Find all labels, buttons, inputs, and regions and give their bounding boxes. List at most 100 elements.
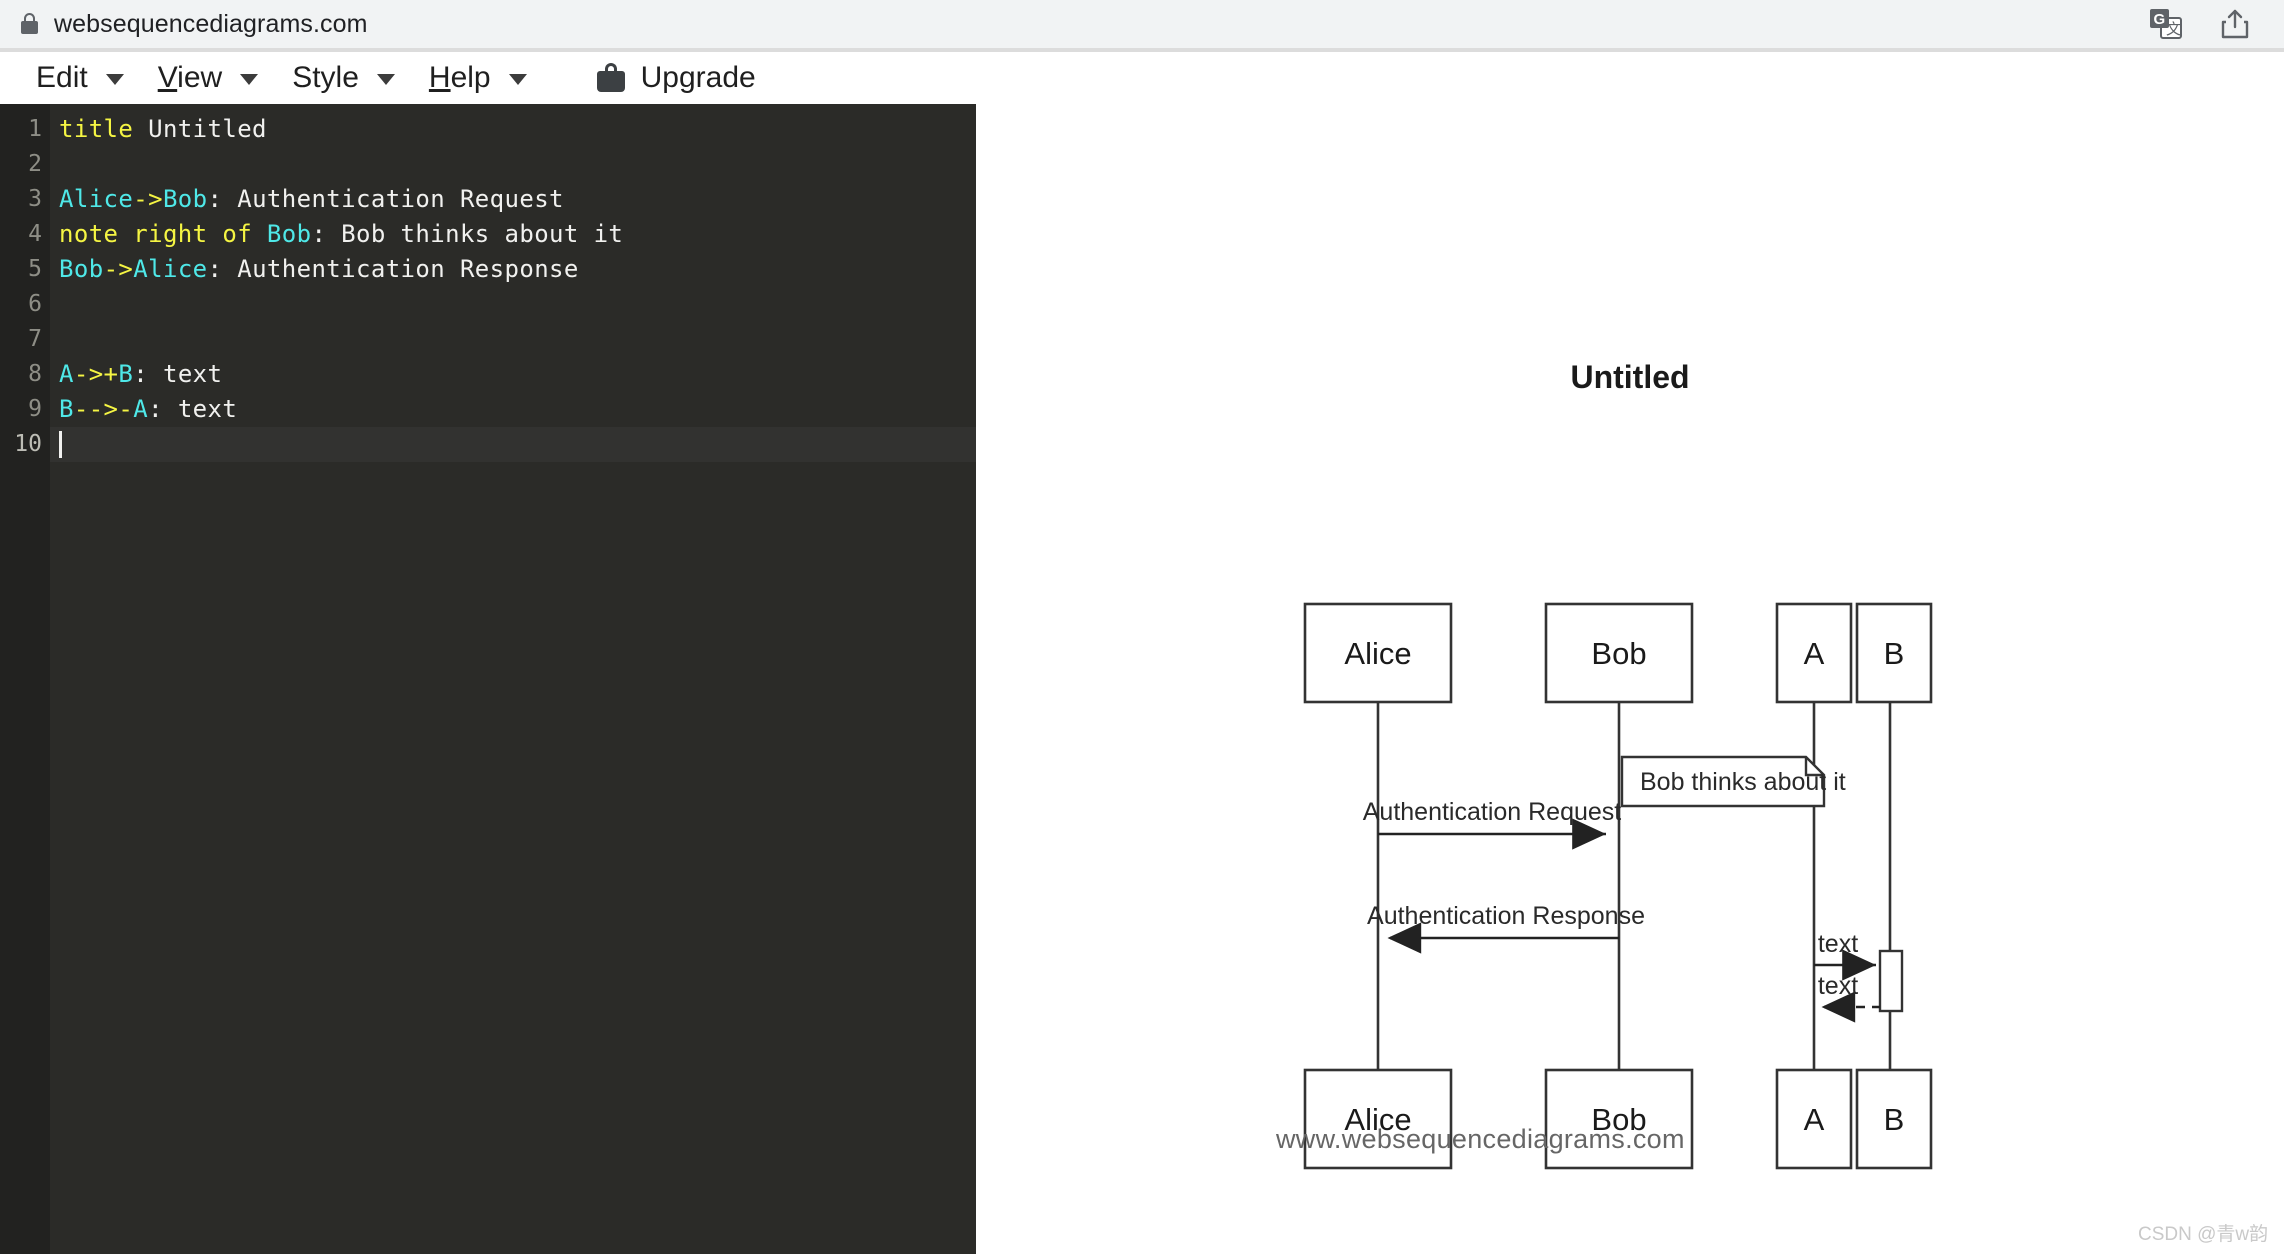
svg-text:G: G — [2154, 11, 2166, 28]
code-token-actor: Bob — [266, 220, 312, 248]
line-number-6: 6 — [28, 291, 42, 317]
menu-edit[interactable]: Edit — [30, 52, 152, 104]
actor-label-a-bottom: A — [1804, 1102, 1825, 1137]
actor-box-b-bottom: B — [1855, 1068, 1933, 1170]
menu-help-label: Help — [429, 61, 491, 95]
browser-url-bar: websequencediagrams.com 文 G — [0, 0, 2284, 48]
url-text[interactable]: websequencediagrams.com — [54, 10, 368, 39]
line-number-4: 4 — [28, 221, 42, 247]
code-line-10[interactable] — [50, 427, 976, 462]
diagram-watermark: www.websequencediagrams.com — [1276, 1124, 1685, 1154]
line-number-10: 10 — [14, 431, 42, 457]
menu-view-accesskey: V — [157, 61, 178, 94]
message-authentication-response: Authentication Response — [1367, 902, 1645, 954]
code-line-8[interactable]: A->+B: text — [50, 357, 976, 392]
chevron-down-icon — [508, 74, 527, 85]
menu-edit-label: Edit — [36, 61, 88, 94]
app-menubar: Edit View Style Help Upgrade — [0, 48, 2284, 104]
sequence-diagram: Alice Bob A B Authentication Request Bob… — [1303, 602, 1933, 1170]
actor-box-a-bottom: A — [1775, 1068, 1853, 1170]
shopping-bag-icon — [596, 63, 625, 93]
code-token-actor: B — [59, 395, 74, 423]
upgrade-label: Upgrade — [640, 61, 756, 94]
code-line-6[interactable] — [50, 287, 976, 322]
menu-view[interactable]: View — [152, 52, 286, 104]
note-bob-thinks: Bob thinks about it — [1620, 755, 1846, 808]
code-token-kw: ->+ — [73, 360, 119, 388]
google-translate-icon[interactable]: 文 G — [2150, 9, 2182, 39]
code-line-5[interactable]: Bob->Alice: Authentication Response — [50, 252, 976, 287]
message-label-2: Authentication Response — [1367, 902, 1645, 930]
code-line-9[interactable]: B-->-A: text — [50, 392, 976, 427]
code-token-plain: : Authentication Request — [207, 185, 564, 213]
message-authentication-request: Authentication Request — [1363, 798, 1622, 850]
activation-bar-b — [1878, 949, 1904, 1013]
line-number-8: 8 — [28, 361, 42, 387]
menu-style-label: Style — [292, 61, 359, 94]
share-icon[interactable] — [2220, 8, 2250, 40]
chevron-down-icon — [240, 74, 259, 85]
line-number-3: 3 — [28, 186, 42, 212]
message-label-4: text — [1818, 972, 1858, 1000]
editor-code-area[interactable]: title Untitled Alice->Bob: Authenticatio… — [50, 104, 976, 1254]
menu-help[interactable]: Help — [423, 52, 555, 104]
code-line-2[interactable] — [50, 147, 976, 182]
upgrade-button[interactable]: Upgrade — [577, 52, 776, 104]
note-text: Bob thinks about it — [1640, 768, 1846, 796]
actor-label-b-top: B — [1884, 636, 1905, 671]
code-token-kw: -> — [103, 255, 134, 283]
code-token-actor: Alice — [133, 255, 208, 283]
menu-view-label: View — [158, 61, 222, 95]
code-token-kw: note right of — [59, 220, 267, 248]
actor-label-a-top: A — [1804, 636, 1825, 671]
code-token-plain: Untitled — [133, 115, 267, 143]
actor-label-bob-top: Bob — [1591, 636, 1646, 671]
line-number-1: 1 — [28, 116, 42, 142]
menu-view-rest: iew — [177, 61, 223, 94]
code-token-plain: : Bob thinks about it — [311, 220, 624, 248]
code-token-plain: : text — [148, 395, 238, 423]
code-line-7[interactable] — [50, 322, 976, 357]
actor-boxes-top: Alice Bob A B — [1303, 602, 1933, 704]
code-token-actor: A — [59, 360, 74, 388]
code-token-actor: B — [118, 360, 134, 388]
code-token-kw: title — [59, 115, 134, 143]
actor-label-alice-top: Alice — [1344, 636, 1411, 671]
menu-help-rest: elp — [450, 61, 491, 94]
actor-box-a-top: A — [1775, 602, 1853, 704]
actor-label-b-bottom: B — [1884, 1102, 1905, 1137]
code-token-actor: Bob — [162, 185, 208, 213]
message-label-3: text — [1818, 930, 1858, 958]
code-line-3[interactable]: Alice->Bob: Authentication Request — [50, 182, 976, 217]
line-number-2: 2 — [28, 151, 42, 177]
line-number-5: 5 — [28, 256, 42, 282]
lock-icon — [20, 13, 40, 35]
browser-toolbar-right: 文 G — [2150, 8, 2266, 40]
csdn-watermark: CSDN @青w韵 — [2138, 1224, 2269, 1245]
message-text-a-to-b: text — [1814, 930, 1876, 981]
code-line-4[interactable]: note right of Bob: Bob thinks about it — [50, 217, 976, 252]
actor-box-alice-top: Alice — [1303, 602, 1453, 704]
code-token-plain: : text — [133, 360, 223, 388]
message-text-b-to-a: text — [1818, 972, 1880, 1023]
menu-help-accesskey: H — [428, 61, 451, 94]
code-token-actor: Alice — [59, 185, 134, 213]
editor-line-number-gutter: 1 2 3 4 5 6 7 8 9 10 — [0, 104, 50, 1254]
actor-box-bob-top: Bob — [1544, 602, 1694, 704]
code-token-kw: -->- — [73, 395, 134, 423]
code-line-1[interactable]: title Untitled — [50, 112, 976, 147]
text-cursor — [59, 431, 62, 458]
chevron-down-icon — [376, 74, 395, 85]
code-editor-panel[interactable]: 1 2 3 4 5 6 7 8 9 10 title Untitled Alice->Bob: A… — [0, 104, 976, 1254]
chevron-down-icon — [105, 74, 124, 85]
code-token-actor: Bob — [59, 255, 104, 283]
menu-style[interactable]: Style — [286, 52, 423, 104]
diagram-preview-panel: Untitled Alice Bob A B Authentication Re… — [976, 104, 2284, 1254]
actor-box-b-top: B — [1855, 602, 1933, 704]
line-number-9: 9 — [28, 396, 42, 422]
code-token-kw: -> — [133, 185, 163, 213]
code-token-plain: : Authentication Response — [207, 255, 579, 283]
message-label-1: Authentication Request — [1363, 798, 1622, 826]
code-token-actor: A — [133, 395, 149, 423]
line-number-7: 7 — [28, 326, 42, 352]
